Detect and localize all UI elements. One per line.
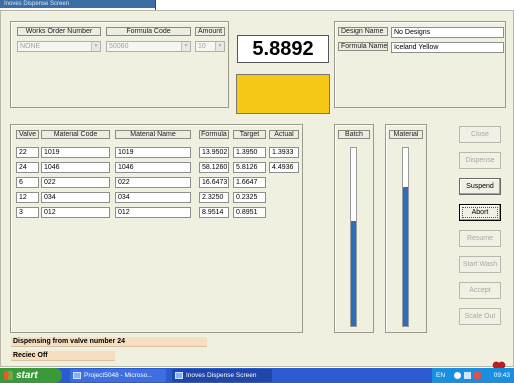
dispense-app-icon xyxy=(175,372,183,379)
material-gauge-fill xyxy=(403,187,408,326)
dispensing-status: Dispensing from valve number 24 xyxy=(11,337,207,347)
valve-cell: 3 xyxy=(16,207,39,218)
titlebar-strip: Inoves Dispense Screen xyxy=(0,0,155,8)
chevron-down-icon[interactable]: ▼ xyxy=(215,42,224,51)
works-order-header: Works Order Number xyxy=(17,27,101,36)
project-app-icon xyxy=(73,372,81,379)
accept-button[interactable]: Accept xyxy=(459,282,501,299)
materials-panel: Valve Material Code Material Name Formul… xyxy=(10,124,303,333)
actual-cell: 4.4936 xyxy=(269,162,299,173)
target-cell: 1.3950 xyxy=(233,147,266,158)
material-gauge xyxy=(402,147,409,327)
formula-cell: 8.9514 xyxy=(199,207,229,218)
start-label: start xyxy=(16,370,38,381)
abort-button[interactable]: Abort xyxy=(459,204,501,221)
valve-cell: 22 xyxy=(16,147,39,158)
valve-cell: 6 xyxy=(16,177,39,188)
batch-label: Batch xyxy=(338,130,370,139)
formula-cell: 13.9502 xyxy=(199,147,229,158)
batch-gauge-fill xyxy=(351,220,356,326)
formula-code-value: 50060 xyxy=(109,43,129,50)
chevron-down-icon[interactable]: ▼ xyxy=(91,42,100,51)
design-name-field[interactable]: No Designs xyxy=(391,27,504,38)
scale-out-button[interactable]: Scale Out xyxy=(459,308,501,325)
order-panel: Works Order Number Formula Code Amount N… xyxy=(10,21,229,108)
material-label: Material xyxy=(389,130,423,139)
design-name-label: Design Name xyxy=(338,27,388,36)
design-panel: Design Name No Designs Formula Name Icel… xyxy=(334,21,506,108)
formula-name-field[interactable]: Iceland Yellow xyxy=(391,42,504,53)
target-cell: 0.2325 xyxy=(233,192,266,203)
formula-cell: 16.6473 xyxy=(199,177,229,188)
works-order-value: NONE xyxy=(20,43,41,50)
material-gauge-panel: Material xyxy=(385,124,427,333)
formula-cell: 2.3250 xyxy=(199,192,229,203)
valve-col-header: Valve xyxy=(16,130,39,139)
material-name-cell: 034 xyxy=(115,192,191,203)
works-order-select[interactable]: NONE ▼ xyxy=(17,41,101,52)
window-titlebar: Inoves Dispense Screen xyxy=(0,0,514,14)
resume-button[interactable]: Resume xyxy=(459,230,501,247)
language-indicator[interactable]: EN xyxy=(436,368,445,383)
taskbar-item-project[interactable]: Project5048 - Microso... xyxy=(70,369,166,382)
volume-icon[interactable] xyxy=(464,372,471,379)
formula-name-label: Formula Name xyxy=(338,42,388,51)
formula-code-select[interactable]: 50060 ▼ xyxy=(106,41,191,52)
taskbar-item-label: Inoves Dispense Screen xyxy=(186,372,257,379)
formula-code-header: Formula Code xyxy=(106,27,191,36)
taskbar: start Project5048 - Microso... Inoves Di… xyxy=(0,368,514,383)
security-icon[interactable] xyxy=(474,372,481,379)
amount-value: 10 xyxy=(198,43,206,50)
valve-cell: 12 xyxy=(16,192,39,203)
batch-gauge xyxy=(350,147,357,327)
formula-cell: 58.1260 xyxy=(199,162,229,173)
actual-cell: 1.3933 xyxy=(269,147,299,158)
dispense-window: Works Order Number Formula Code Amount N… xyxy=(0,10,514,374)
clock: 09:43 xyxy=(493,372,510,379)
target-col-header: Target xyxy=(233,130,266,139)
batch-gauge-panel: Batch xyxy=(334,124,374,333)
start-button[interactable]: start xyxy=(0,368,62,383)
recirc-status: Reciec Off xyxy=(11,351,115,361)
material-code-col-header: Material Code xyxy=(41,130,110,139)
weight-readout: 5.8892 xyxy=(237,35,329,63)
material-code-cell: 012 xyxy=(41,207,110,218)
amount-select[interactable]: 10 ▼ xyxy=(195,41,225,52)
windows-logo-icon xyxy=(4,371,13,380)
material-code-cell: 1046 xyxy=(41,162,110,173)
material-name-cell: 1019 xyxy=(115,147,191,158)
target-cell: 0.8951 xyxy=(233,207,266,218)
suspend-button[interactable]: Suspend xyxy=(459,178,501,195)
actual-col-header: Actual xyxy=(269,130,299,139)
close-button[interactable]: Close xyxy=(459,126,501,143)
material-name-cell: 012 xyxy=(115,207,191,218)
dispense-button[interactable]: Dispense xyxy=(459,152,501,169)
material-code-cell: 022 xyxy=(41,177,110,188)
system-tray: EN 09:43 xyxy=(432,368,514,383)
valve-cell: 24 xyxy=(16,162,39,173)
target-cell: 1.6647 xyxy=(233,177,266,188)
network-icon[interactable] xyxy=(454,372,461,379)
material-name-cell: 1046 xyxy=(115,162,191,173)
material-name-col-header: Material Name xyxy=(115,130,191,139)
formula-col-header: Formula xyxy=(199,130,229,139)
amount-header: Amount xyxy=(195,27,225,36)
material-code-cell: 1019 xyxy=(41,147,110,158)
target-cell: 5.8126 xyxy=(233,162,266,173)
color-swatch xyxy=(236,74,330,114)
material-code-cell: 034 xyxy=(41,192,110,203)
material-name-cell: 022 xyxy=(115,177,191,188)
window-title: Inoves Dispense Screen xyxy=(4,1,70,7)
tray-icons xyxy=(454,372,490,379)
taskbar-item-dispense[interactable]: Inoves Dispense Screen xyxy=(172,369,272,382)
start-wash-button[interactable]: Start Wash xyxy=(459,256,501,273)
taskbar-item-label: Project5048 - Microso... xyxy=(84,372,153,379)
chevron-down-icon[interactable]: ▼ xyxy=(181,42,190,51)
